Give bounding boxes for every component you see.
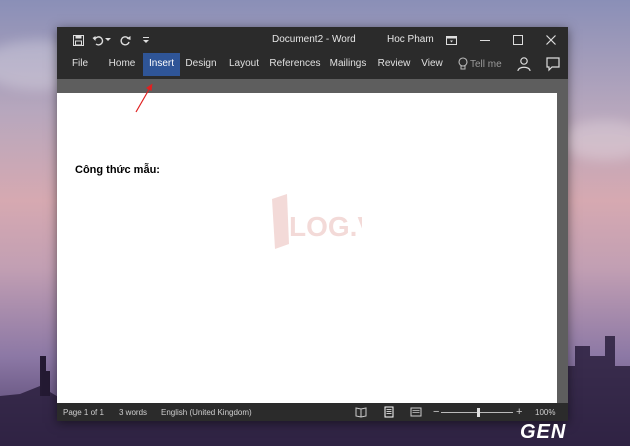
ribbon-display-options-icon[interactable] <box>443 32 459 48</box>
tab-references[interactable]: References <box>269 53 321 75</box>
watermark-logo: LOG.VN <box>272 194 362 249</box>
page-count[interactable]: Page 1 of 1 <box>63 408 104 417</box>
user-name[interactable]: Hoc Pham <box>387 34 434 45</box>
minimize-icon[interactable] <box>477 32 493 48</box>
comments-icon[interactable] <box>545 56 561 72</box>
background-cloud <box>560 120 630 160</box>
document-area[interactable]: Công thức mẫu: LOG.VN <box>57 93 568 403</box>
tab-file[interactable]: File <box>66 53 94 75</box>
print-layout-icon[interactable] <box>383 406 395 418</box>
maximize-icon[interactable] <box>510 32 526 48</box>
zoom-level[interactable]: 100% <box>535 408 555 417</box>
word-count[interactable]: 3 words <box>119 408 147 417</box>
tell-me-box[interactable]: Tell me <box>470 59 502 70</box>
tab-view[interactable]: View <box>418 53 446 75</box>
status-bar: Page 1 of 1 3 words English (United King… <box>57 403 568 421</box>
document-page[interactable]: Công thức mẫu: LOG.VN <box>57 93 557 403</box>
undo-dropdown-icon[interactable] <box>104 33 112 47</box>
svg-text:LOG.VN: LOG.VN <box>289 211 362 242</box>
redo-icon[interactable] <box>118 33 132 47</box>
tab-layout[interactable]: Layout <box>227 53 261 75</box>
close-icon[interactable] <box>543 32 559 48</box>
document-text[interactable]: Công thức mẫu: <box>75 164 160 176</box>
tab-review[interactable]: Review <box>376 53 412 75</box>
zoom-out-button[interactable]: − <box>433 406 439 418</box>
language-indicator[interactable]: English (United Kingdom) <box>161 408 252 417</box>
tab-design[interactable]: Design <box>183 53 219 75</box>
tab-insert[interactable]: Insert <box>143 53 180 76</box>
lightbulb-icon <box>458 57 468 70</box>
undo-icon[interactable] <box>91 33 105 47</box>
customize-qat-icon[interactable] <box>139 33 153 47</box>
zoom-slider-thumb[interactable] <box>477 408 480 417</box>
gen-logo: GEN <box>520 421 567 443</box>
ribbon-tabs: File Home Insert Design Layout Reference… <box>57 53 568 79</box>
tab-home[interactable]: Home <box>105 53 139 75</box>
annotation-arrow <box>135 83 153 113</box>
share-user-icon[interactable] <box>516 56 532 72</box>
title-bar: Document2 - Word Hoc Pham <box>57 27 568 53</box>
read-mode-icon[interactable] <box>355 406 367 418</box>
web-layout-icon[interactable] <box>410 406 422 418</box>
zoom-in-button[interactable]: + <box>516 406 522 418</box>
save-icon[interactable] <box>71 33 85 47</box>
tab-mailings[interactable]: Mailings <box>328 53 368 75</box>
window-title: Document2 - Word <box>272 34 356 45</box>
